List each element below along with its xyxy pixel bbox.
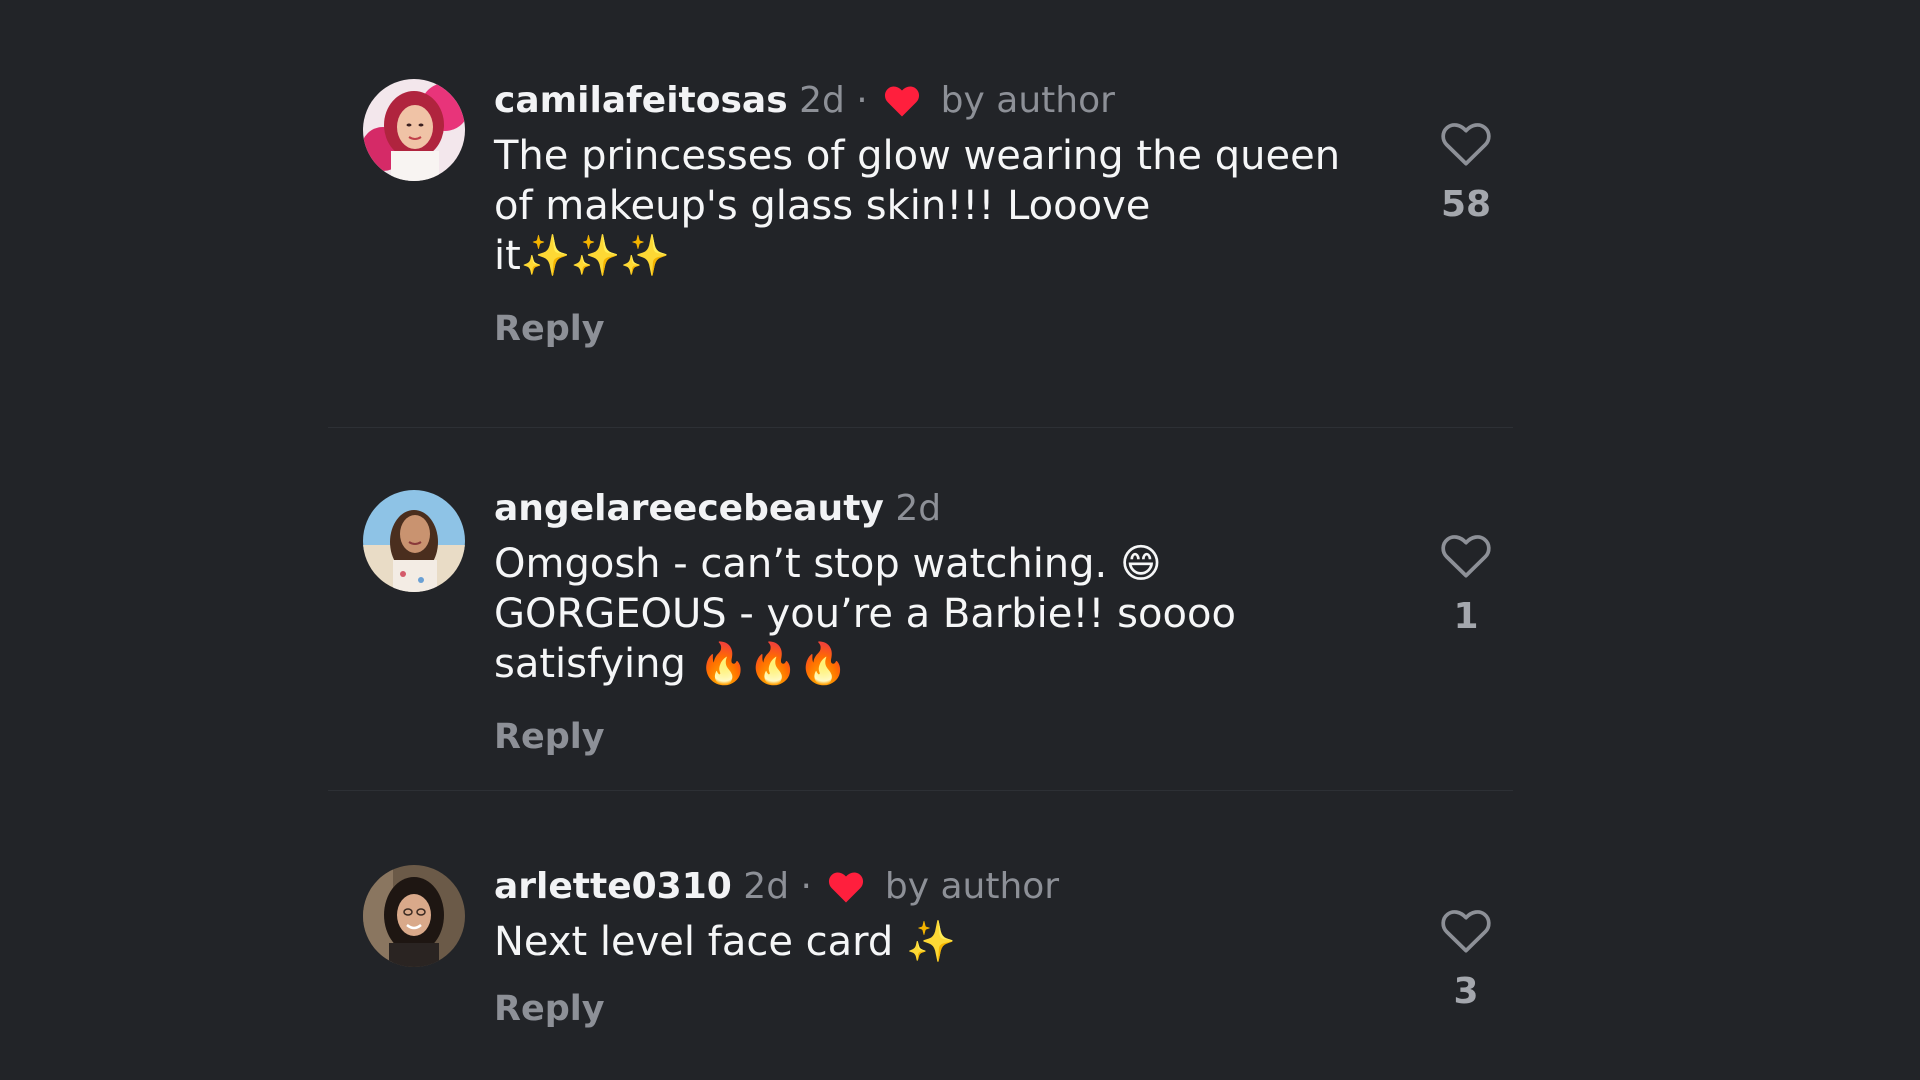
timestamp: 2d [799,80,845,121]
comment-text: The princesses of glow wearing the queen… [494,133,1341,279]
username[interactable]: angelareecebeauty [494,488,884,529]
heart-outline-icon[interactable] [1439,120,1493,168]
reply-button[interactable]: Reply [494,717,605,757]
timestamp: 2d [895,488,942,529]
username[interactable]: arlette0310 [494,866,732,907]
avatar[interactable] [363,865,465,967]
divider [328,427,1513,428]
comment-meta: angelareecebeauty 2d [494,483,1374,535]
like-count: 58 [1440,184,1492,225]
avatar-pink-hair-icon [363,79,465,181]
comment-text: Omgosh - can’t stop watching. 😄 GORGEOUS… [494,541,1236,687]
reply-button[interactable]: Reply [494,309,605,349]
reply-button[interactable]: Reply [494,989,605,1029]
heart-outline-icon[interactable] [1439,532,1493,580]
heart-outline-icon[interactable] [1439,907,1493,955]
like-count: 1 [1453,596,1479,637]
like-control: 58 [1426,120,1506,225]
comment-text: Next level face card ✨ [494,919,956,965]
avatar-beach-icon [363,490,465,592]
comment-content: arlette0310 2d · by author Next level fa… [494,861,1374,1029]
avatar[interactable] [363,490,465,592]
username[interactable]: camilafeitosas [494,80,788,121]
like-count: 3 [1453,971,1479,1012]
avatar-dark-hair-icon [363,865,465,967]
author-liked-heart-icon [885,86,920,117]
comment-content: camilafeitosas 2d · by author The prince… [494,75,1374,349]
separator: · [800,866,812,907]
divider [328,790,1513,791]
author-liked-heart-icon [829,872,864,903]
timestamp: 2d [743,866,790,907]
separator: · [856,80,868,121]
comment-meta: camilafeitosas 2d · by author [494,75,1374,127]
like-control: 1 [1426,532,1506,637]
comment-content: angelareecebeauty 2d Omgosh - can’t stop… [494,483,1374,757]
comment-meta: arlette0310 2d · by author [494,861,1374,913]
by-author-label: by author [884,866,1060,907]
avatar[interactable] [363,79,465,181]
comments-panel: camilafeitosas 2d · by author The prince… [0,0,1920,1080]
like-control: 3 [1426,907,1506,1012]
by-author-label: by author [940,80,1115,121]
